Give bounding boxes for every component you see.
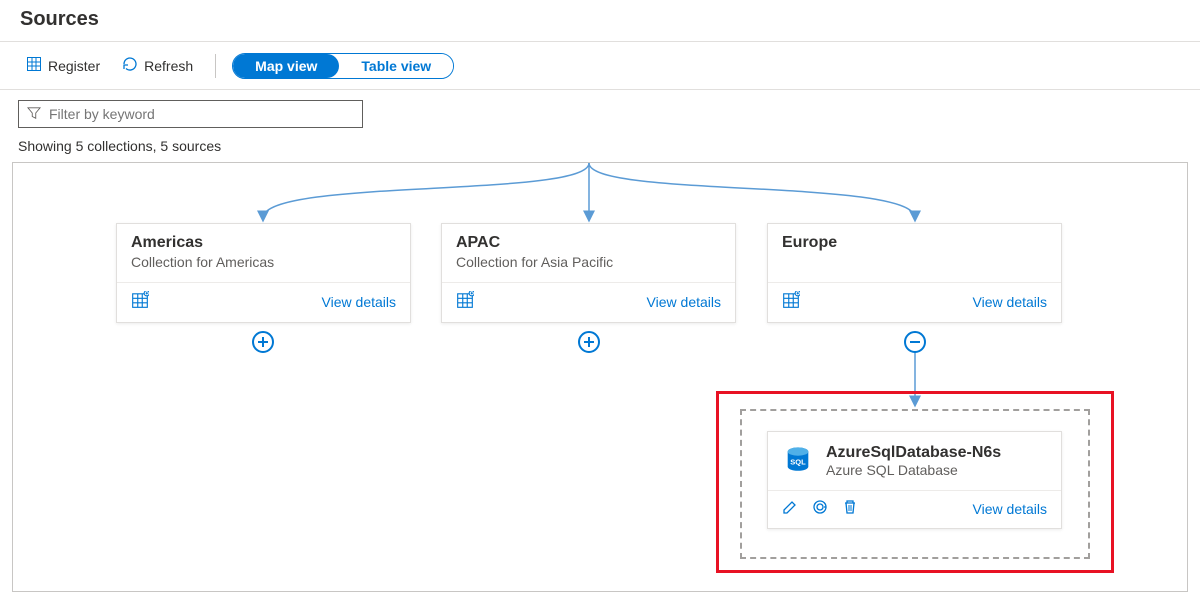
grid-icon[interactable] — [456, 291, 474, 312]
register-icon — [26, 56, 42, 75]
refresh-icon — [122, 56, 138, 75]
card-header: Europe — [768, 224, 1061, 283]
card-footer: View details — [117, 283, 410, 322]
source-footer: View details — [768, 491, 1061, 528]
filter-input-wrap[interactable] — [18, 100, 363, 128]
collection-title: Americas — [131, 234, 396, 252]
register-label: Register — [48, 58, 100, 74]
collection-subtitle: Collection for Americas — [131, 254, 396, 270]
filter-icon — [27, 106, 41, 123]
grid-icon[interactable] — [131, 291, 149, 312]
toolbar-divider — [215, 54, 216, 78]
collapse-button-europe[interactable] — [904, 331, 926, 353]
map-view-tab[interactable]: Map view — [233, 54, 339, 78]
view-details-link[interactable]: View details — [973, 294, 1047, 310]
filter-input[interactable] — [47, 105, 354, 123]
grid-icon[interactable] — [782, 291, 800, 312]
collection-card-europe[interactable]: Europe View details — [767, 223, 1062, 323]
svg-text:SQL: SQL — [790, 458, 806, 467]
azure-sql-icon: SQL — [782, 444, 814, 476]
card-footer: View details — [442, 283, 735, 322]
table-view-tab[interactable]: Table view — [339, 54, 453, 78]
filter-row — [0, 90, 1200, 132]
source-header: SQL AzureSqlDatabase-N6s Azure SQL Datab… — [768, 432, 1061, 491]
collection-card-apac[interactable]: APAC Collection for Asia Pacific View de… — [441, 223, 736, 323]
refresh-button[interactable]: Refresh — [116, 52, 199, 79]
card-header: APAC Collection for Asia Pacific — [442, 224, 735, 283]
expand-button-americas[interactable] — [252, 331, 274, 353]
refresh-label: Refresh — [144, 58, 193, 74]
edit-icon[interactable] — [782, 499, 798, 518]
scan-icon[interactable] — [812, 499, 828, 518]
collection-subtitle: Collection for Asia Pacific — [456, 254, 721, 270]
register-button[interactable]: Register — [20, 52, 106, 79]
map-canvas[interactable]: Americas Collection for Americas View de… — [12, 162, 1188, 592]
collection-card-americas[interactable]: Americas Collection for Americas View de… — [116, 223, 411, 323]
expand-button-apac[interactable] — [578, 331, 600, 353]
source-name: AzureSqlDatabase-N6s — [826, 444, 1001, 462]
summary-label: Showing 5 collections, 5 sources — [0, 132, 1200, 162]
card-footer: View details — [768, 283, 1061, 322]
view-details-link[interactable]: View details — [973, 501, 1047, 517]
source-card[interactable]: SQL AzureSqlDatabase-N6s Azure SQL Datab… — [767, 431, 1062, 529]
view-toggle: Map view Table view — [232, 53, 454, 79]
view-details-link[interactable]: View details — [322, 294, 396, 310]
toolbar: Register Refresh Map view Table view — [0, 42, 1200, 90]
collection-title: Europe — [782, 234, 1047, 252]
source-type: Azure SQL Database — [826, 462, 1001, 478]
page-title: Sources — [0, 0, 1200, 42]
collection-title: APAC — [456, 234, 721, 252]
delete-icon[interactable] — [842, 499, 858, 518]
view-details-link[interactable]: View details — [647, 294, 721, 310]
card-header: Americas Collection for Americas — [117, 224, 410, 283]
